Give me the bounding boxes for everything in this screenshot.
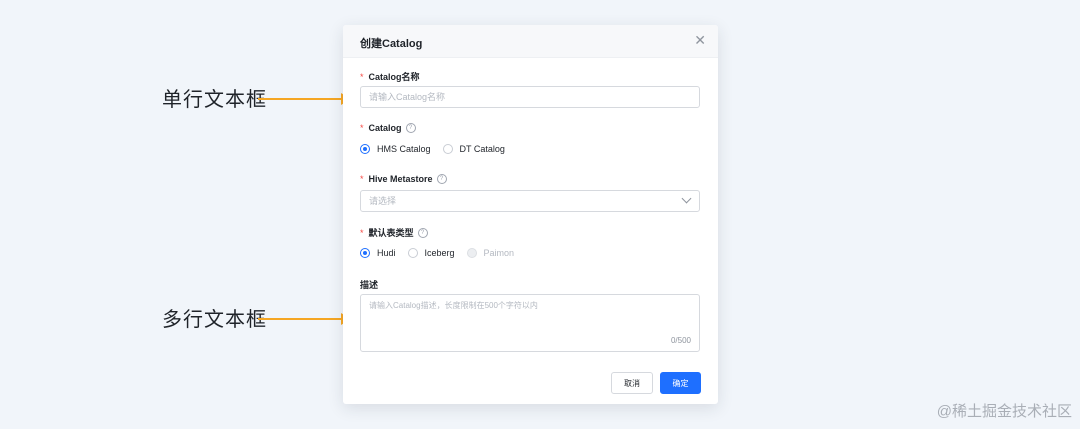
help-icon[interactable]: ? — [436, 174, 447, 184]
description-textarea[interactable]: 请输入Catalog描述，长度限制在500个字符以内 0/500 — [360, 294, 700, 352]
dialog-title: 创建Catalog — [360, 38, 423, 50]
radio-dot — [442, 144, 453, 154]
catalog-type-label-text: Catalog — [368, 123, 402, 133]
description-label-text: 描述 — [360, 280, 379, 290]
radio-hms-catalog[interactable]: HMS Catalog — [360, 144, 431, 154]
radio-iceberg[interactable]: Iceberg — [407, 248, 455, 258]
help-icon[interactable]: ? — [417, 227, 428, 238]
close-icon[interactable]: ✕ — [694, 32, 706, 48]
required-mark: * — [360, 123, 364, 133]
radio-dot — [466, 248, 477, 258]
radio-dot — [407, 248, 418, 258]
radio-dt-catalog[interactable]: DT Catalog — [442, 144, 505, 154]
radio-paimon: Paimon — [466, 248, 515, 258]
radio-label: Paimon — [483, 248, 515, 258]
arrow-single-line — [258, 98, 342, 100]
radio-label: Hudi — [377, 248, 396, 258]
radio-hudi[interactable]: Hudi — [360, 248, 396, 258]
radio-dot — [360, 144, 370, 154]
cancel-button[interactable]: 取消 — [611, 372, 653, 394]
hive-metastore-placeholder: 请选择 — [369, 196, 397, 206]
catalog-type-label: * Catalog ? — [360, 123, 416, 133]
watermark: @稀土掘金技术社区 — [936, 403, 1072, 420]
char-counter: 0/500 — [670, 336, 691, 345]
help-icon[interactable]: ? — [405, 123, 416, 133]
table-type-label-text: 默认表类型 — [368, 228, 414, 238]
required-mark: * — [360, 71, 364, 82]
annotation-single-line: 单行文本框 — [162, 89, 267, 111]
table-type-label: * 默认表类型 ? — [360, 226, 428, 239]
catalog-name-placeholder: 请输入Catalog名称 — [369, 92, 446, 102]
confirm-button[interactable]: 确定 — [660, 372, 701, 394]
hive-metastore-label-text: Hive Metastore — [368, 174, 433, 184]
hive-metastore-label: * Hive Metastore ? — [360, 174, 447, 184]
arrow-multi-line — [258, 318, 342, 320]
description-label: 描述 — [360, 278, 378, 291]
required-mark: * — [360, 174, 364, 184]
catalog-name-label: * Catalog名称 — [360, 70, 420, 83]
catalog-type-radio-group: HMS Catalog DT Catalog — [360, 144, 517, 154]
table-type-radio-group: Hudi Iceberg Paimon — [360, 248, 526, 258]
radio-label: Iceberg — [424, 248, 455, 258]
annotation-multi-line: 多行文本框 — [162, 309, 267, 331]
description-placeholder: 请输入Catalog描述，长度限制在500个字符以内 — [369, 301, 538, 310]
create-catalog-dialog: 创建Catalog ✕ * Catalog名称 请输入Catalog名称 * C… — [343, 25, 718, 404]
required-mark: * — [360, 227, 364, 238]
hive-metastore-select[interactable]: 请选择 — [360, 190, 700, 212]
catalog-name-label-text: Catalog名称 — [368, 72, 420, 82]
radio-label: HMS Catalog — [377, 144, 431, 154]
radio-dot — [360, 248, 370, 258]
radio-label: DT Catalog — [459, 144, 505, 154]
chevron-down-icon — [681, 193, 692, 204]
dialog-header: 创建Catalog ✕ — [343, 25, 718, 58]
catalog-name-input[interactable]: 请输入Catalog名称 — [360, 86, 700, 108]
